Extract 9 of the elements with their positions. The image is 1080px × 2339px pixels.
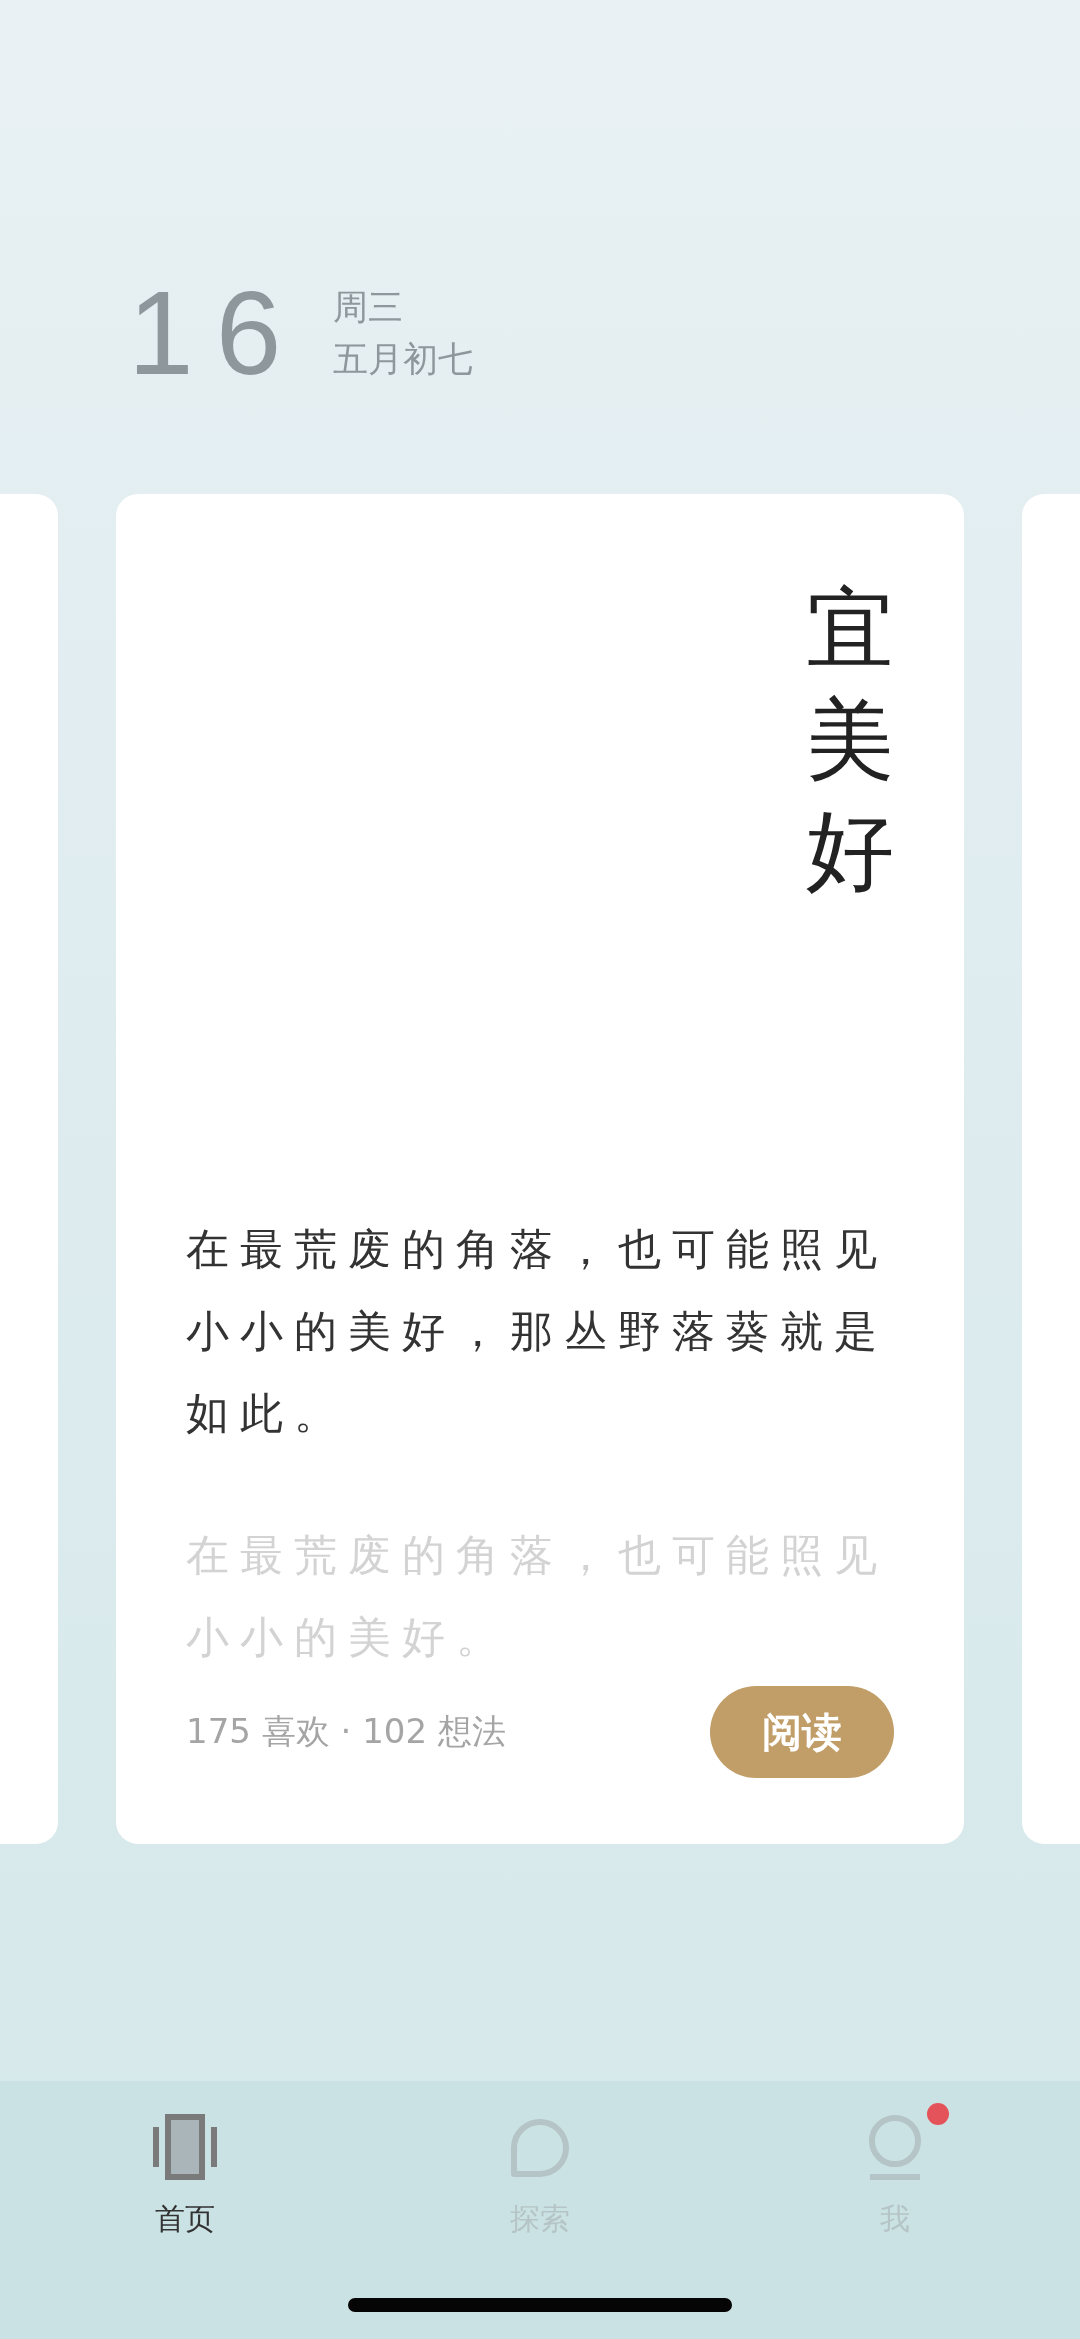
cards-icon [151, 2113, 219, 2181]
day-number: 16 [128, 274, 304, 392]
stats-text: 175 喜欢 · 102 想法 [186, 1710, 506, 1753]
quote-text: 在最荒废的角落，也可能照见小小的美好，那丛野落葵就是如此。 [186, 1223, 889, 1440]
read-button[interactable]: 阅读 [710, 1686, 894, 1778]
lunar-date: 五月初七 [333, 338, 474, 381]
weekday-label: 周三 [333, 286, 405, 329]
card-title: 宜美好 [806, 576, 894, 904]
tab[interactable]: 首页 [120, 2099, 250, 2240]
